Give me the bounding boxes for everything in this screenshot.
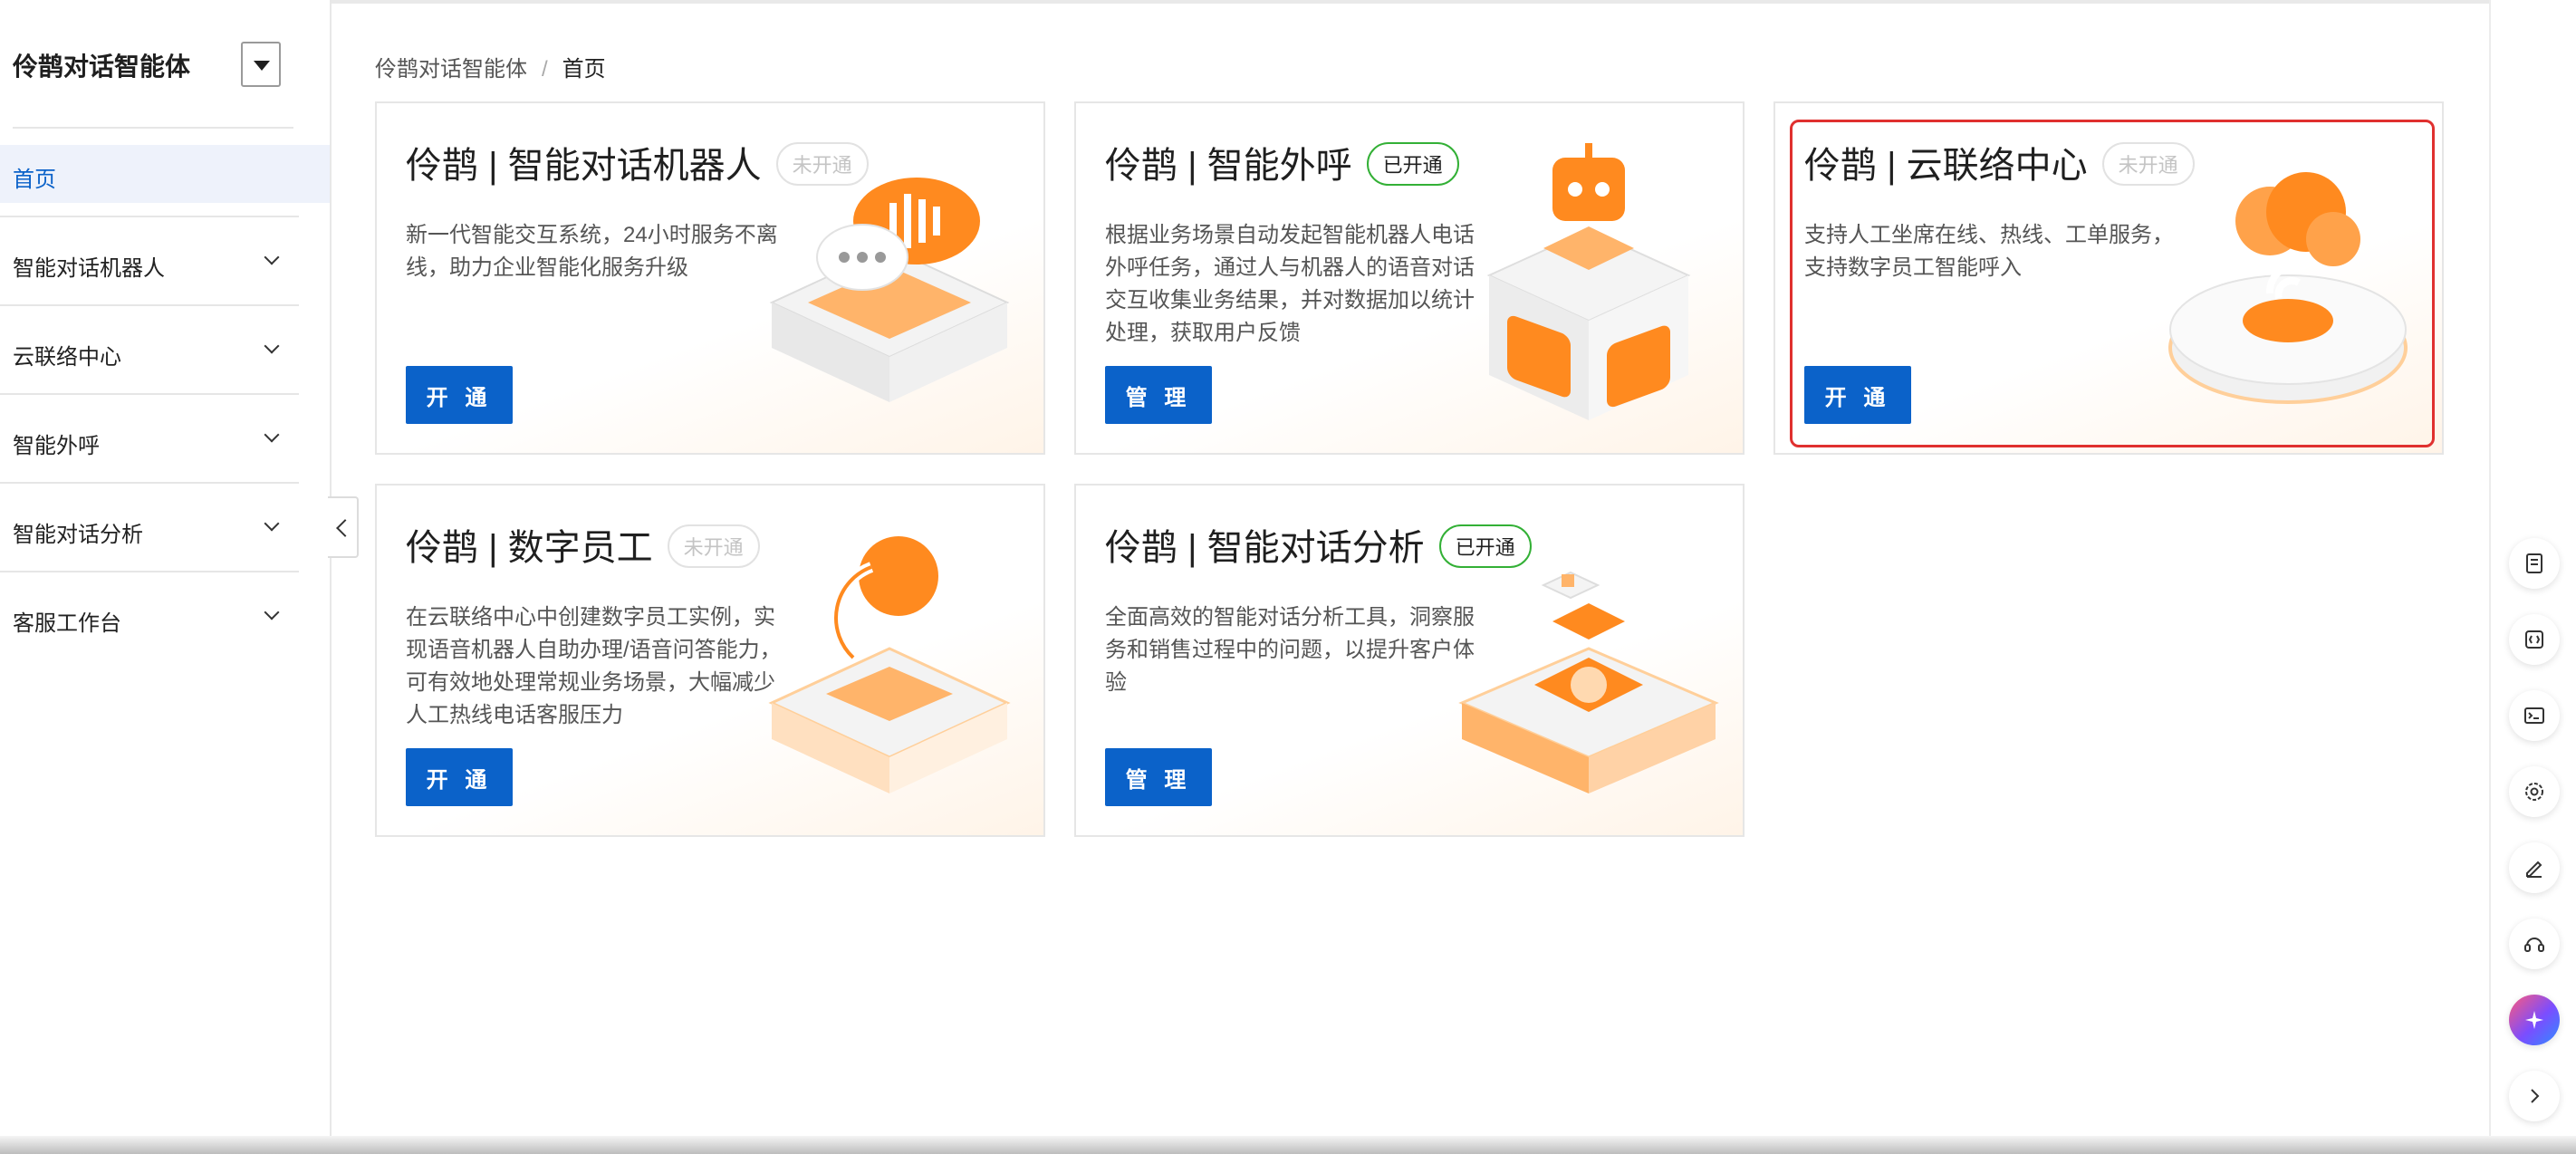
ai-assistant-button[interactable] [2509, 995, 2560, 1045]
right-toolbar [2489, 0, 2576, 1136]
card-description: 在云联络中心中创建数字员工实例，实现语音机器人自助办理/语音问答能力，可有效地处… [406, 605, 782, 727]
app-switcher-button[interactable] [241, 42, 281, 87]
breadcrumb-separator: / [542, 57, 548, 82]
top-border [0, 0, 2489, 4]
headset-illustration-icon [768, 536, 1011, 793]
card-description: 全面高效的智能对话分析工具，洞察服务和销售过程中的问题，以提升客户体验 [1105, 605, 1475, 695]
chevron-left-icon [336, 519, 354, 537]
sidebar-item-label: 智能外呼 [13, 434, 100, 458]
settings-button[interactable] [2509, 766, 2560, 817]
cloud-signal-illustration-icon [2168, 172, 2408, 404]
card-title-text: 伶鹊 | 智能对话分析 [1105, 528, 1425, 568]
sidebar-item-conversation-analysis[interactable]: 智能对话分析 [0, 484, 299, 571]
api-icon [2525, 630, 2543, 649]
window-bottom-edge [0, 1136, 2576, 1154]
terminal-button[interactable] [2509, 690, 2560, 741]
card-title: 伶鹊 | 智能外呼 已开通 [1105, 136, 1459, 189]
sidebar: 伶鹊对话智能体 首页 智能对话机器人 云联络中心 智能外呼 智能对话分析 客服工… [0, 0, 332, 1136]
terminal-icon [2524, 707, 2544, 724]
activate-button[interactable]: 开 通 [1804, 366, 1911, 424]
chevron-down-icon [264, 604, 280, 620]
sidebar-item-label: 首页 [13, 168, 56, 192]
product-card-outbound-call: 伶鹊 | 智能外呼 已开通 根据业务场景自动发起智能机器人电话外呼任务，通过人与机… [1074, 101, 1745, 455]
settings-icon [2525, 783, 2543, 801]
sidebar-item-label: 智能对话分析 [13, 523, 143, 547]
chevron-down-icon [264, 249, 280, 265]
manage-button[interactable]: 管 理 [1105, 748, 1212, 806]
document-button[interactable] [2509, 538, 2560, 589]
product-card-conversation-analysis: 伶鹊 | 智能对话分析 已开通 全面高效的智能对话分析工具，洞察服务和销售过程中的… [1074, 484, 1745, 837]
card-description: 新一代智能交互系统，24小时服务不离线，助力企业智能化服务升级 [406, 223, 778, 280]
divider [13, 127, 293, 129]
sidebar-item-label: 客服工作台 [13, 611, 121, 636]
analysis-illustration-icon [1458, 571, 1719, 793]
support-icon [2524, 938, 2544, 952]
collapse-sidebar-button[interactable] [328, 496, 359, 558]
activate-button[interactable]: 开 通 [406, 366, 513, 424]
support-button[interactable] [2509, 918, 2560, 969]
sidebar-item-label: 云联络中心 [13, 345, 121, 370]
breadcrumb-root[interactable]: 伶鹊对话智能体 [375, 57, 527, 82]
card-title-text: 伶鹊 | 智能外呼 [1105, 146, 1352, 186]
sidebar-item-home[interactable]: 首页 [0, 145, 330, 203]
sidebar-item-label: 智能对话机器人 [13, 256, 165, 281]
card-title: 伶鹊 | 数字员工 未开通 [406, 518, 760, 572]
caret-down-icon [254, 61, 270, 71]
sidebar-item-chatbot[interactable]: 智能对话机器人 [0, 217, 299, 304]
status-badge: 已开通 [1366, 142, 1459, 187]
chevron-down-icon [264, 515, 280, 532]
document-icon [2526, 553, 2542, 573]
product-card-digital-employee: 伶鹊 | 数字员工 未开通 在云联络中心中创建数字员工实例，实现语音机器人自助办理… [375, 484, 1045, 837]
card-title-text: 伶鹊 | 云联络中心 [1804, 146, 2088, 186]
sidebar-item-cloud-contact-center[interactable]: 云联络中心 [0, 306, 299, 393]
chevron-down-icon [264, 338, 280, 354]
robot-phone-illustration-icon [1486, 143, 1691, 420]
activate-button[interactable]: 开 通 [406, 748, 513, 806]
api-button[interactable] [2509, 614, 2560, 665]
chevron-down-icon [264, 427, 280, 443]
edit-button[interactable] [2509, 842, 2560, 893]
product-card-chatbot: 伶鹊 | 智能对话机器人 未开通 新一代智能交互系统，24小时服务不离线，助力企业… [375, 101, 1045, 455]
card-title-text: 伶鹊 | 智能对话机器人 [406, 146, 762, 186]
app-title: 伶鹊对话智能体 [13, 53, 191, 81]
ai-assistant-icon [2525, 1011, 2543, 1029]
card-description: 支持人工坐席在线、热线、工单服务，支持数字员工智能呼入 [1804, 223, 2174, 280]
manage-button[interactable]: 管 理 [1105, 366, 1212, 424]
expand-toolbar-button[interactable] [2509, 1071, 2560, 1121]
card-description: 根据业务场景自动发起智能机器人电话外呼任务，通过人与机器人的语音对话交互收集业务… [1105, 223, 1475, 345]
breadcrumb: 伶鹊对话智能体 / 首页 [375, 51, 606, 82]
product-card-cloud-contact-center: 伶鹊 | 云联络中心 未开通 支持人工坐席在线、热线、工单服务，支持数字员工智能呼… [1773, 101, 2444, 455]
chat-bubble-illustration-icon [769, 178, 1010, 402]
breadcrumb-current: 首页 [562, 57, 606, 82]
sidebar-item-outbound-call[interactable]: 智能外呼 [0, 395, 299, 482]
sidebar-item-service-workbench[interactable]: 客服工作台 [0, 572, 299, 659]
card-title-text: 伶鹊 | 数字员工 [406, 528, 653, 568]
chevron-right-icon [2531, 1089, 2540, 1103]
edit-icon [2526, 861, 2542, 878]
card-title: 伶鹊 | 云联络中心 未开通 [1804, 136, 2195, 189]
status-badge: 未开通 [667, 524, 760, 569]
